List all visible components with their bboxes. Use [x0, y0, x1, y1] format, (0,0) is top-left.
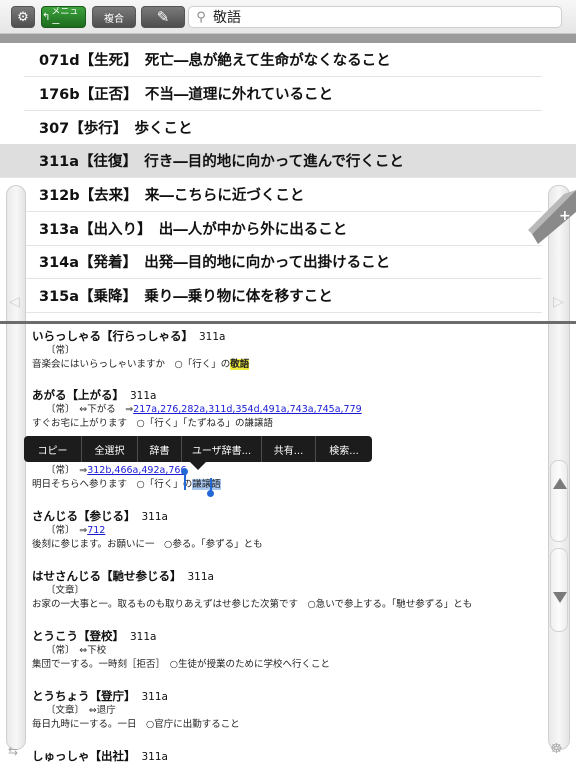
pen-icon: ✎: [156, 8, 170, 26]
entry-example: お家の一大事と一。取るものも取りあえずはせ参じた次第です ○急いで参上する。「馳…: [32, 599, 473, 610]
copy-menu-item[interactable]: コピー: [24, 436, 82, 462]
result-list: 071d【生死】 死亡―息が絶えて生命がなくなること 176b【正否】 不当―道…: [0, 43, 576, 319]
dictionary-menu-item[interactable]: 辞書: [138, 436, 182, 462]
entry-example: 音楽会にはいらっしゃいますか ○「行く」の: [32, 359, 231, 370]
entry-usage: 〔常〕 ⇔下校: [46, 645, 107, 656]
entry-example: 集団で一する。一時刻［拒否］ ○生徒が授業のために学校へ行くこと: [32, 659, 331, 670]
list-item[interactable]: 307【歩行】 歩くこと: [24, 111, 542, 145]
list-item[interactable]: 314a【発着】 出発―目的地に向かって出掛けること: [24, 245, 542, 279]
list-item[interactable]: 071d【生死】 死亡―息が絶えて生命がなくなること: [24, 43, 542, 77]
plus-icon: +: [559, 208, 571, 224]
search-field[interactable]: ⚲ 敬語: [188, 6, 562, 28]
gear-icon: ⚙: [17, 9, 29, 25]
entry-code: 311a: [199, 331, 226, 343]
settings-button[interactable]: ⚙: [11, 6, 35, 28]
entry-headword: いらっしゃる【行らっしゃる】: [32, 329, 193, 343]
toolbar-divider-strip: [0, 34, 576, 43]
cross-reference-links[interactable]: 217a,276,282a,311d,354d,491a,743a,745a,7…: [133, 404, 362, 415]
entry-example: すぐお宅に上がります ○「行く」「たずねる」の謙譲語: [32, 418, 274, 429]
search-highlight: 敬語: [230, 359, 250, 370]
cross-reference-links[interactable]: 312b,466a,492a,766: [87, 465, 186, 476]
context-menu-pointer: [190, 462, 206, 470]
entry-mairu: 〔常〕 ⇒312b,466a,492a,766 明日そちらへ参ります ○「行く」…: [32, 464, 540, 492]
entry-code: 311a: [187, 571, 214, 583]
entry-usage: 〔常〕: [46, 345, 75, 356]
entry-example: 後刻に参じます。お願いに一 ○参る。「参ずる」とも: [32, 539, 263, 550]
selection-start-bar: [184, 474, 186, 490]
menu-button[interactable]: ↰ メニュー: [41, 6, 86, 30]
list-item[interactable]: 312b【去来】 来―こちらに近づくこと: [24, 178, 542, 212]
select-all-menu-item[interactable]: 全選択: [82, 436, 138, 462]
list-item[interactable]: 176b【正否】 不当―道理に外れていること: [24, 77, 542, 111]
share-menu-item[interactable]: 共有...: [262, 436, 316, 462]
entry-usage: 〔常〕 ⇒: [46, 525, 88, 536]
entry-usage: 〔文章〕: [46, 585, 85, 596]
dictionary-app: ⚙ ↰ メニュー 複合 ✎ ⚲ 敬語 071d【生死】 死亡―息が絶えて生命がな…: [0, 0, 576, 768]
entry-code: 311a: [141, 751, 168, 763]
entry-code: 311a: [141, 511, 168, 523]
entry-usage: 〔文章〕 ⇔退庁: [46, 705, 116, 716]
entry-headword: はせさんじる【馳せ参じる】: [32, 569, 182, 583]
entry-sanjiru: さんじる【参じる】 311a 〔常〕 ⇒712 後刻に参じます。お願いに一 ○参る…: [32, 508, 540, 552]
menu-button-label: メニュー: [51, 7, 79, 30]
entry-shussha: しゅっしゃ【出社】 311a: [32, 748, 540, 764]
entry-code: 311a: [130, 390, 157, 402]
user-dictionary-menu-item[interactable]: ユーザ辞書...: [182, 436, 262, 462]
entry-headword: あがる【上がる】: [32, 388, 124, 402]
selected-text[interactable]: 謙譲語: [192, 479, 221, 490]
handwriting-button[interactable]: ✎: [141, 6, 185, 28]
entry-irassharu: いらっしゃる【行らっしゃる】 311a 〔常〕 音楽会にはいらっしゃいますか ○「…: [32, 328, 540, 372]
swap-arrows-icon[interactable]: ⇆: [8, 744, 18, 758]
entry-example: 明日そちらへ参ります ○「行く」の: [32, 479, 193, 490]
entry-usage: 〔常〕 ⇔下がる ⇒: [46, 404, 134, 415]
entry-headword: しゅっしゃ【出社】: [32, 749, 136, 763]
back-arrow-icon: ↰: [42, 11, 51, 23]
search-menu-item[interactable]: 検索...: [316, 436, 372, 462]
entry-toukou: とうこう【登校】 311a 〔常〕 ⇔下校 集団で一する。一時刻［拒否］ ○生徒が…: [32, 628, 540, 672]
entry-detail-pane: いらっしゃる【行らっしゃる】 311a 〔常〕 音楽会にはいらっしゃいますか ○「…: [0, 324, 576, 768]
entry-touchou: とうちょう【登庁】 311a 〔文章〕 ⇔退庁 毎日九時に一する。一日 ○官庁に出…: [32, 688, 540, 732]
selection-end-handle[interactable]: [207, 490, 214, 497]
compound-search-button[interactable]: 複合: [92, 6, 136, 28]
add-bookmark-button[interactable]: +: [528, 190, 576, 244]
entry-hasesanjiru: はせさんじる【馳せ参じる】 311a 〔文章〕 お家の一大事と一。取るものも取りあ…: [32, 568, 540, 612]
list-item[interactable]: 313a【出入り】 出―人が中から外に出ること: [24, 212, 542, 246]
toolbar: ⚙ ↰ メニュー 複合 ✎ ⚲ 敬語: [0, 0, 576, 34]
compound-search-label: 複合: [104, 13, 124, 25]
entry-example: 毎日九時に一する。一日 ○官庁に出勤すること: [32, 719, 240, 730]
list-item-selected[interactable]: 311a【往復】 行き―目的地に向かって進んで行くこと: [0, 144, 576, 178]
entry-headword: とうちょう【登庁】: [32, 689, 136, 703]
entry-headword: さんじる【参じる】: [32, 509, 136, 523]
entry-code: 311a: [130, 631, 157, 643]
entry-usage: 〔常〕 ⇒: [46, 465, 88, 476]
list-item[interactable]: 315a【乗降】 乗り―乗り物に体を移すこと: [24, 279, 542, 313]
entry-agaru: あがる【上がる】 311a 〔常〕 ⇔下がる ⇒217a,276,282a,311…: [32, 387, 540, 431]
cross-reference-links[interactable]: 712: [87, 525, 105, 536]
entry-code: 311a: [141, 691, 168, 703]
search-icon: ⚲: [196, 9, 206, 25]
helm-wheel-icon[interactable]: ☸: [550, 741, 563, 757]
text-context-menu: コピー 全選択 辞書 ユーザ辞書... 共有... 検索...: [24, 436, 372, 462]
page-right-icon[interactable]: ▷: [553, 294, 564, 310]
entry-headword: とうこう【登校】: [32, 629, 124, 643]
page-left-icon[interactable]: ◁: [9, 294, 20, 310]
search-input-value[interactable]: 敬語: [213, 7, 241, 27]
